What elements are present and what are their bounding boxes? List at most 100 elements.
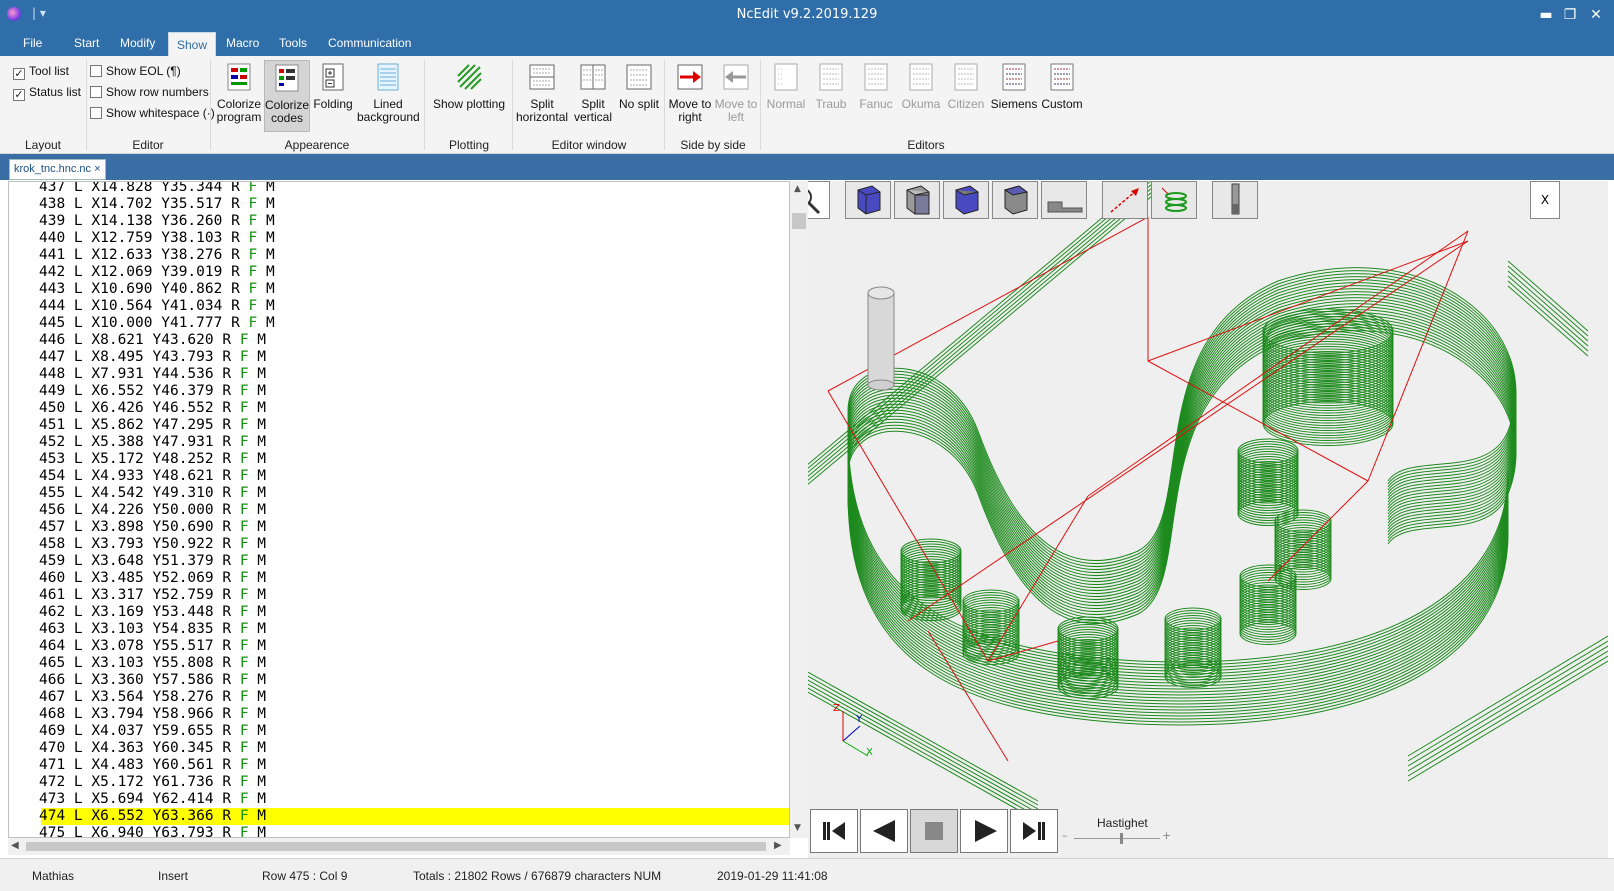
split-vertical-button[interactable]: Split vertical — [570, 60, 616, 124]
show-whitespace-checkbox[interactable]: Show whitespace (·) — [90, 106, 215, 120]
code-line[interactable]: 441 L X12.633 Y38.276 R F M — [39, 247, 275, 264]
code-line[interactable]: 457 L X3.898 Y50.690 R F M — [39, 519, 266, 536]
code-line[interactable]: 473 L X5.694 Y62.414 R F M — [39, 791, 266, 808]
code-line[interactable]: 454 L X4.933 Y48.621 R F M — [39, 468, 266, 485]
scroll-down-icon[interactable]: ▼ — [794, 823, 801, 833]
code-line[interactable]: 452 L X5.388 Y47.931 R F M — [39, 434, 266, 451]
code-line[interactable]: 440 L X12.759 Y38.103 R F M — [39, 230, 275, 247]
show-plotting-button[interactable]: Show plotting — [432, 60, 506, 111]
minimize-icon[interactable]: ▬ — [1538, 8, 1554, 22]
menu-modify[interactable]: Modify — [120, 36, 155, 50]
menu-show[interactable]: Show — [168, 32, 217, 56]
zoom-button[interactable] — [808, 181, 830, 219]
code-line[interactable]: 475 L X6.940 Y63.793 R F M — [39, 825, 266, 837]
no-split-button[interactable]: No split — [618, 60, 660, 111]
menu-tools[interactable]: Tools — [279, 36, 307, 50]
code-line[interactable]: 459 L X3.648 Y51.379 R F M — [39, 553, 266, 570]
speed-slider[interactable]: – + — [1062, 829, 1172, 844]
code-line[interactable]: 460 L X3.485 Y52.069 R F M — [39, 570, 266, 587]
menu-file[interactable]: File — [23, 36, 42, 50]
view-top-button[interactable] — [992, 181, 1038, 219]
toolpath-plot[interactable] — [808, 181, 1608, 858]
menu-start[interactable]: Start — [74, 36, 99, 50]
code-line[interactable]: 437 L X14.828 Y35.344 R F M — [39, 182, 275, 196]
view-side-button[interactable] — [943, 181, 989, 219]
rapid-moves-button[interactable] — [1102, 181, 1148, 219]
move-to-right-button[interactable]: Move to right — [668, 60, 712, 124]
maximize-icon[interactable]: ❐ — [1562, 8, 1578, 22]
code-line[interactable]: 449 L X6.552 Y46.379 R F M — [39, 383, 266, 400]
stop-button[interactable] — [910, 809, 958, 853]
step-back-button[interactable] — [860, 809, 908, 853]
code-line[interactable]: 470 L X4.363 Y60.345 R F M — [39, 740, 266, 757]
code-line[interactable]: 453 L X5.172 Y48.252 R F M — [39, 451, 266, 468]
code-line[interactable]: 462 L X3.169 Y53.448 R F M — [39, 604, 266, 621]
code-line[interactable]: 438 L X14.702 Y35.517 R F M — [39, 196, 275, 213]
plot-viewer[interactable]: Z Y X X — [808, 181, 1608, 858]
editor-traub-button[interactable]: Traub — [809, 60, 853, 111]
code-line[interactable]: 447 L X8.495 Y43.793 R F M — [39, 349, 266, 366]
code-line[interactable]: 439 L X14.138 Y36.260 R F M — [39, 213, 275, 230]
code-line[interactable]: 450 L X6.426 Y46.552 R F M — [39, 400, 266, 417]
code-line[interactable]: 472 L X5.172 Y61.736 R F M — [39, 774, 266, 791]
view-iso-button[interactable] — [845, 181, 891, 219]
code-line[interactable]: 442 L X12.069 Y39.019 R F M — [39, 264, 275, 281]
horizontal-scroll-thumb[interactable] — [26, 842, 766, 851]
code-line[interactable]: 446 L X8.621 Y43.620 R F M — [39, 332, 266, 349]
folding-button[interactable]: Folding — [311, 60, 355, 111]
feed-moves-button[interactable] — [1151, 181, 1197, 219]
code-line[interactable]: 455 L X4.542 Y49.310 R F M — [39, 485, 266, 502]
play-button[interactable] — [960, 809, 1008, 853]
show-eol-checkbox[interactable]: Show EOL (¶) — [90, 64, 181, 78]
scroll-left-icon[interactable]: ◀ — [11, 840, 19, 851]
close-icon[interactable]: ✕ — [1588, 8, 1604, 22]
scroll-right-icon[interactable]: ▶ — [774, 840, 782, 851]
view-front-button[interactable] — [894, 181, 940, 219]
close-viewer-button[interactable]: X — [1530, 181, 1560, 219]
status-list-checkbox[interactable]: ✓ Status list — [13, 85, 81, 101]
code-line[interactable]: 464 L X3.078 Y55.517 R F M — [39, 638, 266, 655]
code-editor[interactable]: 437 L X14.828 Y35.344 R F M 438 L X14.702… — [8, 181, 790, 838]
scroll-thumb[interactable] — [792, 213, 806, 229]
code-line[interactable]: 458 L X3.793 Y50.922 R F M — [39, 536, 266, 553]
code-line[interactable]: 465 L X3.103 Y55.808 R F M — [39, 655, 266, 672]
colorize-program-button[interactable]: Colorize program — [215, 60, 263, 124]
colorize-codes-button[interactable]: Colorize codes — [264, 60, 310, 132]
editor-siemens-button[interactable]: Siemens — [990, 60, 1038, 111]
speed-slider-thumb[interactable] — [1120, 833, 1123, 844]
code-line[interactable]: 451 L X5.862 Y47.295 R F M — [39, 417, 266, 434]
split-horizontal-button[interactable]: Split horizontal — [516, 60, 568, 124]
show-tool-button[interactable] — [1212, 181, 1258, 219]
speed-minus-icon[interactable]: – — [1062, 829, 1068, 842]
code-line[interactable]: 461 L X3.317 Y52.759 R F M — [39, 587, 266, 604]
editor-fanuc-button[interactable]: Fanuc — [854, 60, 898, 111]
code-line[interactable]: 456 L X4.226 Y50.000 R F M — [39, 502, 266, 519]
view-profile-button[interactable] — [1041, 181, 1087, 219]
menu-macro[interactable]: Macro — [226, 36, 259, 50]
code-line[interactable]: 468 L X3.794 Y58.966 R F M — [39, 706, 266, 723]
code-line[interactable]: 474 L X6.552 Y63.366 R F M — [39, 808, 266, 825]
move-to-left-button[interactable]: Move to left — [714, 60, 758, 124]
code-line[interactable]: 463 L X3.103 Y54.835 R F M — [39, 621, 266, 638]
code-line[interactable]: 466 L X3.360 Y57.586 R F M — [39, 672, 266, 689]
editor-citizen-button[interactable]: Citizen — [944, 60, 988, 111]
code-line[interactable]: 444 L X10.564 Y41.034 R F M — [39, 298, 275, 315]
lined-background-button[interactable]: Lined background — [357, 60, 420, 124]
speed-plus-icon[interactable]: + — [1162, 829, 1171, 842]
file-tab[interactable]: krok_tnc.hnc.nc × — [9, 159, 106, 180]
code-line[interactable]: 467 L X3.564 Y58.276 R F M — [39, 689, 266, 706]
code-line[interactable]: 448 L X7.931 Y44.536 R F M — [39, 366, 266, 383]
editor-okuma-button[interactable]: Okuma — [899, 60, 943, 111]
code-line[interactable]: 443 L X10.690 Y40.862 R F M — [39, 281, 275, 298]
skip-back-button[interactable] — [810, 809, 858, 853]
code-line[interactable]: 445 L X10.000 Y41.777 R F M — [39, 315, 275, 332]
show-row-numbers-checkbox[interactable]: Show row numbers — [90, 85, 209, 99]
code-line[interactable]: 471 L X4.483 Y60.561 R F M — [39, 757, 266, 774]
editor-normal-button[interactable]: Normal — [764, 60, 808, 111]
tool-list-checkbox[interactable]: ✓ Tool list — [13, 64, 69, 80]
code-line[interactable]: 469 L X4.037 Y59.655 R F M — [39, 723, 266, 740]
scroll-up-icon[interactable]: ▲ — [794, 184, 801, 194]
editor-vertical-scrollbar[interactable]: ▲ ▼ — [790, 181, 808, 838]
editor-custom-button[interactable]: Custom — [1040, 60, 1084, 111]
menu-communication[interactable]: Communication — [328, 36, 411, 50]
